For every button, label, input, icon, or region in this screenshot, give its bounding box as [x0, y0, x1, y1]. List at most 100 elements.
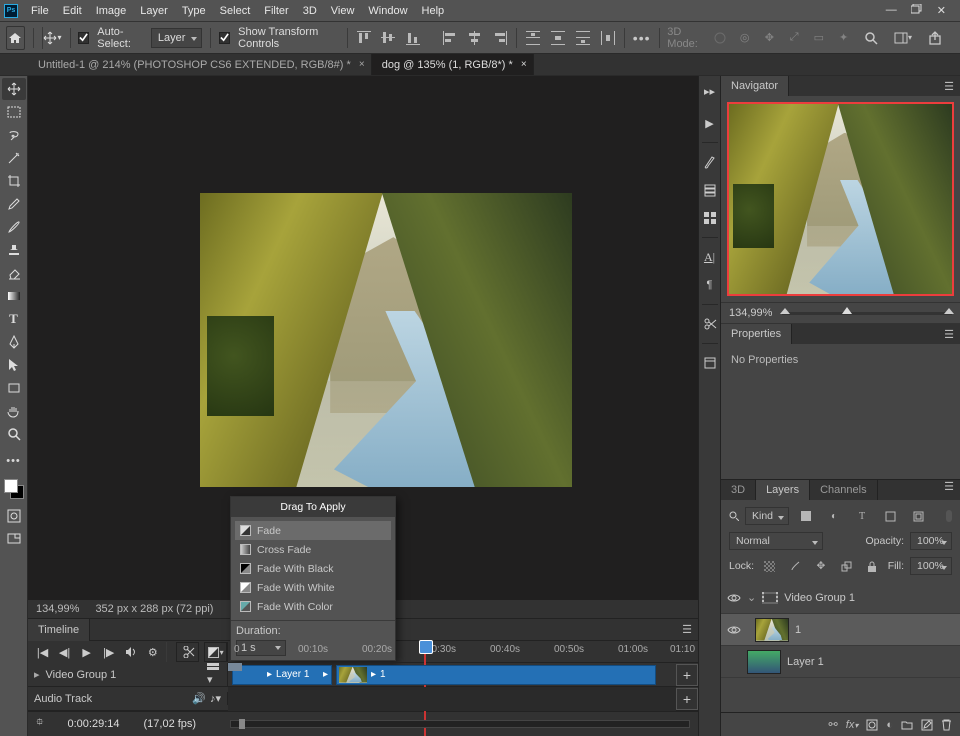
- brush-tool[interactable]: [2, 216, 26, 238]
- history-panel-icon[interactable]: [701, 181, 719, 199]
- transition-fadecolor[interactable]: Fade With Color: [235, 597, 391, 616]
- hand-tool[interactable]: [2, 400, 26, 422]
- align-hcenter-icon[interactable]: [467, 27, 484, 49]
- dist-bottom-icon[interactable]: [575, 27, 592, 49]
- next-frame-icon[interactable]: |▶: [100, 643, 117, 661]
- tab-layers[interactable]: Layers: [756, 480, 810, 500]
- dist-top-icon[interactable]: [525, 27, 542, 49]
- filter-pixel-icon[interactable]: [795, 505, 817, 527]
- lock-paint-icon[interactable]: [786, 555, 806, 577]
- more-options-icon[interactable]: •••: [633, 27, 651, 49]
- layer-group-row[interactable]: ⌄ Video Group 1: [721, 582, 960, 614]
- menu-file[interactable]: File: [24, 0, 56, 22]
- pen-tool[interactable]: [2, 331, 26, 353]
- panel-menu-icon[interactable]: ☰: [944, 328, 954, 341]
- clip-layer1[interactable]: ▸ Layer 1▸: [232, 665, 332, 685]
- add-media-button[interactable]: +: [676, 664, 698, 686]
- timeline-tab[interactable]: Timeline: [28, 619, 90, 641]
- lock-trans-icon[interactable]: [760, 555, 780, 577]
- eyedropper-tool[interactable]: [2, 193, 26, 215]
- transition-button[interactable]: ▾: [204, 642, 227, 662]
- align-top-icon[interactable]: [355, 27, 372, 49]
- link-layers-icon[interactable]: ⚯: [829, 718, 838, 731]
- path-select-tool[interactable]: [2, 354, 26, 376]
- split-clip-icon[interactable]: [176, 642, 199, 662]
- layer-row-2[interactable]: Layer 1: [721, 646, 960, 678]
- adjustment-icon[interactable]: ◐: [886, 719, 893, 731]
- navigator-tab[interactable]: Navigator: [721, 76, 789, 96]
- menu-view[interactable]: View: [324, 0, 362, 22]
- menu-help[interactable]: Help: [415, 0, 452, 22]
- tab-channels[interactable]: Channels: [810, 480, 877, 500]
- fx-icon[interactable]: fx▾: [846, 719, 859, 731]
- eraser-tool[interactable]: [2, 262, 26, 284]
- doc-tab-1[interactable]: Untitled-1 @ 214% (PHOTOSHOP CS6 EXTENDE…: [28, 54, 372, 75]
- share-icon[interactable]: [924, 27, 946, 49]
- group-icon[interactable]: [901, 720, 913, 730]
- blend-mode-dd[interactable]: Normal: [729, 532, 823, 550]
- close-tab-icon[interactable]: ×: [359, 59, 365, 70]
- align-bottom-icon[interactable]: [405, 27, 422, 49]
- menu-layer[interactable]: Layer: [133, 0, 175, 22]
- lock-all-icon[interactable]: [862, 555, 882, 577]
- play-panel-icon[interactable]: ▶: [701, 114, 719, 132]
- menu-type[interactable]: Type: [175, 0, 213, 22]
- marquee-tool[interactable]: [2, 101, 26, 123]
- menu-window[interactable]: Window: [361, 0, 414, 22]
- timeline-settings-icon[interactable]: ⚙: [144, 643, 161, 661]
- lock-pos-icon[interactable]: ✥: [811, 555, 831, 577]
- visibility-icon[interactable]: [727, 623, 741, 637]
- panel-menu-icon[interactable]: ☰: [944, 80, 954, 93]
- type-tool[interactable]: T: [2, 308, 26, 330]
- scissors-icon[interactable]: [701, 315, 719, 333]
- wand-tool[interactable]: [2, 147, 26, 169]
- layer-row-1[interactable]: 1: [721, 614, 960, 646]
- fill-dd[interactable]: 100%: [910, 557, 952, 575]
- new-layer-icon[interactable]: [921, 719, 933, 731]
- align-left-icon[interactable]: [442, 27, 459, 49]
- color-swatch[interactable]: [4, 479, 24, 499]
- filter-type-icon[interactable]: T: [851, 505, 873, 527]
- panel-menu-icon[interactable]: ☰: [682, 623, 692, 636]
- audio-mute-icon[interactable]: 🔊: [192, 692, 206, 705]
- quickmask-tool[interactable]: [2, 505, 26, 527]
- filter-adjust-icon[interactable]: ◐: [823, 505, 845, 527]
- lasso-tool[interactable]: [2, 124, 26, 146]
- mute-icon[interactable]: [122, 643, 139, 661]
- autoselect-dd[interactable]: Layer: [151, 28, 203, 48]
- canvas-area[interactable]: Drag To Apply Fade Cross Fade Fade With …: [28, 76, 698, 600]
- close-button[interactable]: ✕: [937, 4, 946, 17]
- transition-fadeblack[interactable]: Fade With Black: [235, 559, 391, 578]
- prev-frame-icon[interactable]: ◀|: [56, 643, 73, 661]
- play-icon[interactable]: ▶: [78, 643, 95, 661]
- visibility-icon[interactable]: [727, 591, 741, 605]
- filter-kind-dd[interactable]: Kind: [745, 507, 789, 525]
- filter-shape-icon[interactable]: [879, 505, 901, 527]
- swatches-panel-icon[interactable]: [701, 209, 719, 227]
- lock-nest-icon[interactable]: [837, 555, 857, 577]
- align-right-icon[interactable]: [492, 27, 509, 49]
- close-tab-icon[interactable]: ×: [521, 59, 527, 70]
- navigator-preview[interactable]: [727, 102, 954, 296]
- add-audio-button[interactable]: +: [676, 688, 698, 710]
- home-button[interactable]: [6, 26, 25, 50]
- menu-select[interactable]: Select: [213, 0, 258, 22]
- track-menu-icon[interactable]: ▾: [207, 663, 221, 686]
- move-tool-indicator[interactable]: ▾: [42, 27, 62, 49]
- go-start-icon[interactable]: |◀: [34, 643, 51, 661]
- properties-tab[interactable]: Properties: [721, 324, 792, 344]
- crop-tool[interactable]: [2, 170, 26, 192]
- audio-menu-icon[interactable]: ♪▾: [210, 692, 221, 705]
- menu-filter[interactable]: Filter: [257, 0, 295, 22]
- clip-1[interactable]: ▸ 1: [336, 665, 656, 685]
- char-panel-icon[interactable]: A|: [701, 248, 719, 266]
- autoselect-check[interactable]: [78, 32, 89, 44]
- timeline-zoom[interactable]: [230, 720, 690, 728]
- filter-smart-icon[interactable]: [907, 505, 929, 527]
- mask-icon[interactable]: [866, 719, 878, 731]
- minimize-button[interactable]: —: [886, 4, 897, 17]
- collapse-icon[interactable]: ⌄: [747, 591, 756, 604]
- brush-panel-icon[interactable]: [701, 153, 719, 171]
- doc-tab-2[interactable]: dog @ 135% (1, RGB/8*) *×: [372, 54, 534, 75]
- nav-zoom-slider[interactable]: [782, 312, 952, 315]
